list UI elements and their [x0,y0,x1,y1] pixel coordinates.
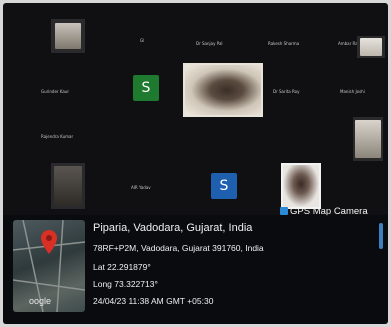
map-pin-icon [41,230,57,254]
participant-video-thumbnail [355,120,381,158]
active-speaker-video [185,65,261,115]
participant-video-thumbnail [283,165,319,207]
map-logo: oogle [29,296,52,306]
active-speaker-tile[interactable] [183,63,263,117]
participant-name: Dr Sanjay Pal [196,41,223,46]
participant-name: Rakesh Sharma [268,41,300,46]
participant-name: Dr Sarita Roy [273,89,300,94]
participant-name: Rajendra Kumar [41,134,74,139]
location-map-thumbnail: oogle [13,220,85,312]
participant-tile[interactable] [357,36,385,58]
participant-name: Ambar Rai [338,41,359,46]
participant-name: Manish Joshi [340,89,365,94]
participant-name: AIR Yadav [131,185,151,190]
participant-tile[interactable] [353,117,383,161]
location-address: 78RF+P2M, Vadodara, Gujarat 391760, Indi… [93,243,264,253]
location-place: Piparia, Vadodara, Gujarat, India [93,222,253,234]
location-timestamp: 24/04/23 11:38 AM GMT +05:30 [93,296,214,306]
participant-video-thumbnail [54,166,82,206]
participant-avatar-blue: S [211,173,237,199]
location-latitude: Lat 22.291879° [93,262,151,272]
participant-video-thumbnail [55,23,81,49]
participant-name: Gl [140,38,145,43]
participant-name: Gurinder Kaur [41,89,70,94]
gps-app-icon [280,207,288,215]
participant-tile[interactable] [281,163,321,209]
participant-tile[interactable] [51,19,85,53]
participant-tile[interactable] [51,163,85,209]
scrollbar[interactable] [379,223,383,249]
meeting-screen: Gl Dr Sanjay Pal Rakesh Sharma Ambar Rai… [3,3,388,324]
participant-video-thumbnail [360,38,382,56]
participant-avatar-green: S [133,75,159,101]
location-longitude: Long 73.322713° [93,279,158,289]
